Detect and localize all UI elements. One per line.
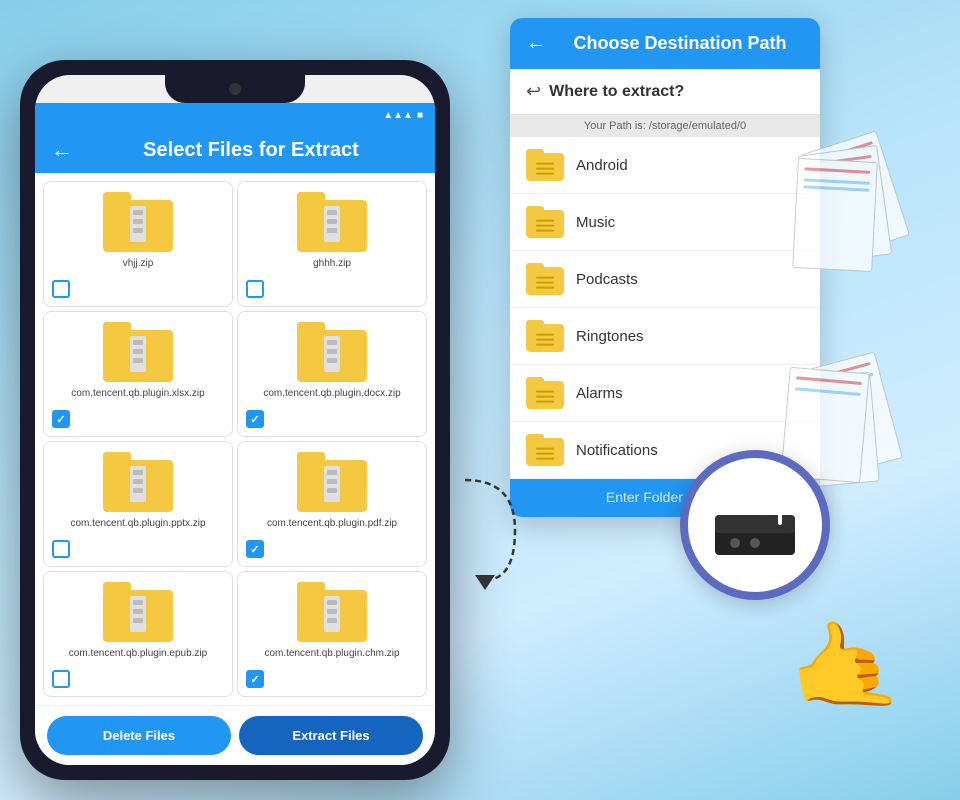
file-name: com.tencent.qb.plugin.docx.zip <box>263 388 400 400</box>
folder-android[interactable]: Android <box>510 137 820 194</box>
zip-folder-icon <box>103 192 173 252</box>
file-item[interactable]: com.tencent.qb.plugin.epub.zip <box>43 571 233 697</box>
where-to-extract-label: Where to extract? <box>549 83 684 101</box>
extract-direction-icon: ↩ <box>526 81 541 102</box>
folder-podcasts-icon <box>526 263 564 295</box>
file-item[interactable]: com.tencent.qb.plugin.xlsx.zip <box>43 311 233 437</box>
destination-panel: ← Choose Destination Path ↩ Where to ext… <box>510 18 820 517</box>
signal-icon: ▲▲▲ <box>383 110 413 121</box>
folder-notifications-icon <box>526 434 564 466</box>
papers-decoration <box>785 130 905 310</box>
folder-podcasts[interactable]: Podcasts <box>510 251 820 308</box>
zip-folder-icon <box>103 582 173 642</box>
folder-music-icon <box>526 206 564 238</box>
file-name: com.tencent.qb.plugin.epub.zip <box>69 648 207 660</box>
file-checkbox[interactable] <box>246 540 264 558</box>
delete-files-button[interactable]: Delete Files <box>47 716 231 755</box>
folder-ringtones-label: Ringtones <box>576 328 644 345</box>
file-checkbox[interactable] <box>246 410 264 428</box>
file-name: com.tencent.qb.plugin.pdf.zip <box>267 518 397 530</box>
phone-mockup: ▲▲▲ ■ ← Select Files for Extract <box>20 60 450 780</box>
folder-list: Android Music Podcasts Ringto <box>510 137 820 479</box>
destination-header: ← Choose Destination Path <box>510 18 820 69</box>
file-name: com.tencent.qb.plugin.chm.zip <box>264 648 399 660</box>
file-item[interactable]: com.tencent.qb.plugin.chm.zip <box>237 571 427 697</box>
file-name: com.tencent.qb.plugin.xlsx.zip <box>71 388 204 400</box>
hand-cursor: 🤙 <box>780 606 909 729</box>
file-checkbox[interactable] <box>52 540 70 558</box>
file-item[interactable]: vhjj.zip <box>43 181 233 307</box>
file-name: ghhh.zip <box>313 258 351 270</box>
folder-alarms[interactable]: Alarms <box>510 365 820 422</box>
folder-ringtones[interactable]: Ringtones <box>510 308 820 365</box>
file-checkbox[interactable] <box>52 410 70 428</box>
zip-folder-icon <box>297 452 367 512</box>
folder-music[interactable]: Music <box>510 194 820 251</box>
folder-notifications-label: Notifications <box>576 442 658 459</box>
phone-notch <box>165 75 305 103</box>
file-checkbox[interactable] <box>246 280 264 298</box>
folder-music-label: Music <box>576 214 615 231</box>
folder-podcasts-label: Podcasts <box>576 271 638 288</box>
zip-folder-icon <box>297 582 367 642</box>
extract-icon <box>710 485 800 565</box>
destination-back-button[interactable]: ← <box>526 32 546 55</box>
camera-dot <box>229 83 241 95</box>
file-grid: vhjj.zip ghhh.zip <box>35 173 435 705</box>
folder-android-icon <box>526 149 564 181</box>
file-item[interactable]: com.tencent.qb.plugin.docx.zip <box>237 311 427 437</box>
phone-footer: Delete Files Extract Files <box>35 705 435 765</box>
folder-alarms-icon <box>526 377 564 409</box>
file-name: com.tencent.qb.plugin.pptx.zip <box>70 518 205 530</box>
folder-android-label: Android <box>576 157 628 174</box>
battery-icon: ■ <box>417 110 423 121</box>
file-checkbox[interactable] <box>246 670 264 688</box>
folder-alarms-label: Alarms <box>576 385 623 402</box>
file-checkbox[interactable] <box>52 280 70 298</box>
phone-title: Select Files for Extract <box>83 139 419 162</box>
zip-folder-icon <box>103 452 173 512</box>
extract-files-button[interactable]: Extract Files <box>239 716 423 755</box>
folder-ringtones-icon <box>526 320 564 352</box>
file-item[interactable]: com.tencent.qb.plugin.pptx.zip <box>43 441 233 567</box>
extract-action-circle[interactable] <box>680 450 830 600</box>
file-checkbox[interactable] <box>52 670 70 688</box>
phone-content: vhjj.zip ghhh.zip <box>35 173 435 765</box>
zip-folder-icon <box>297 192 367 252</box>
destination-title: Choose Destination Path <box>556 33 804 54</box>
file-item[interactable]: com.tencent.qb.plugin.pdf.zip <box>237 441 427 567</box>
zip-folder-icon <box>103 322 173 382</box>
destination-path-label: Your Path is: /storage/emulated/0 <box>510 115 820 137</box>
destination-subheader: ↩ Where to extract? <box>510 69 820 115</box>
file-name: vhjj.zip <box>123 258 154 270</box>
dashed-arrow <box>455 470 535 590</box>
status-bar: ▲▲▲ ■ <box>35 103 435 127</box>
zip-folder-icon <box>297 322 367 382</box>
file-item[interactable]: ghhh.zip <box>237 181 427 307</box>
phone-back-button[interactable]: ← <box>51 137 73 163</box>
phone-header: ← Select Files for Extract <box>35 127 435 173</box>
